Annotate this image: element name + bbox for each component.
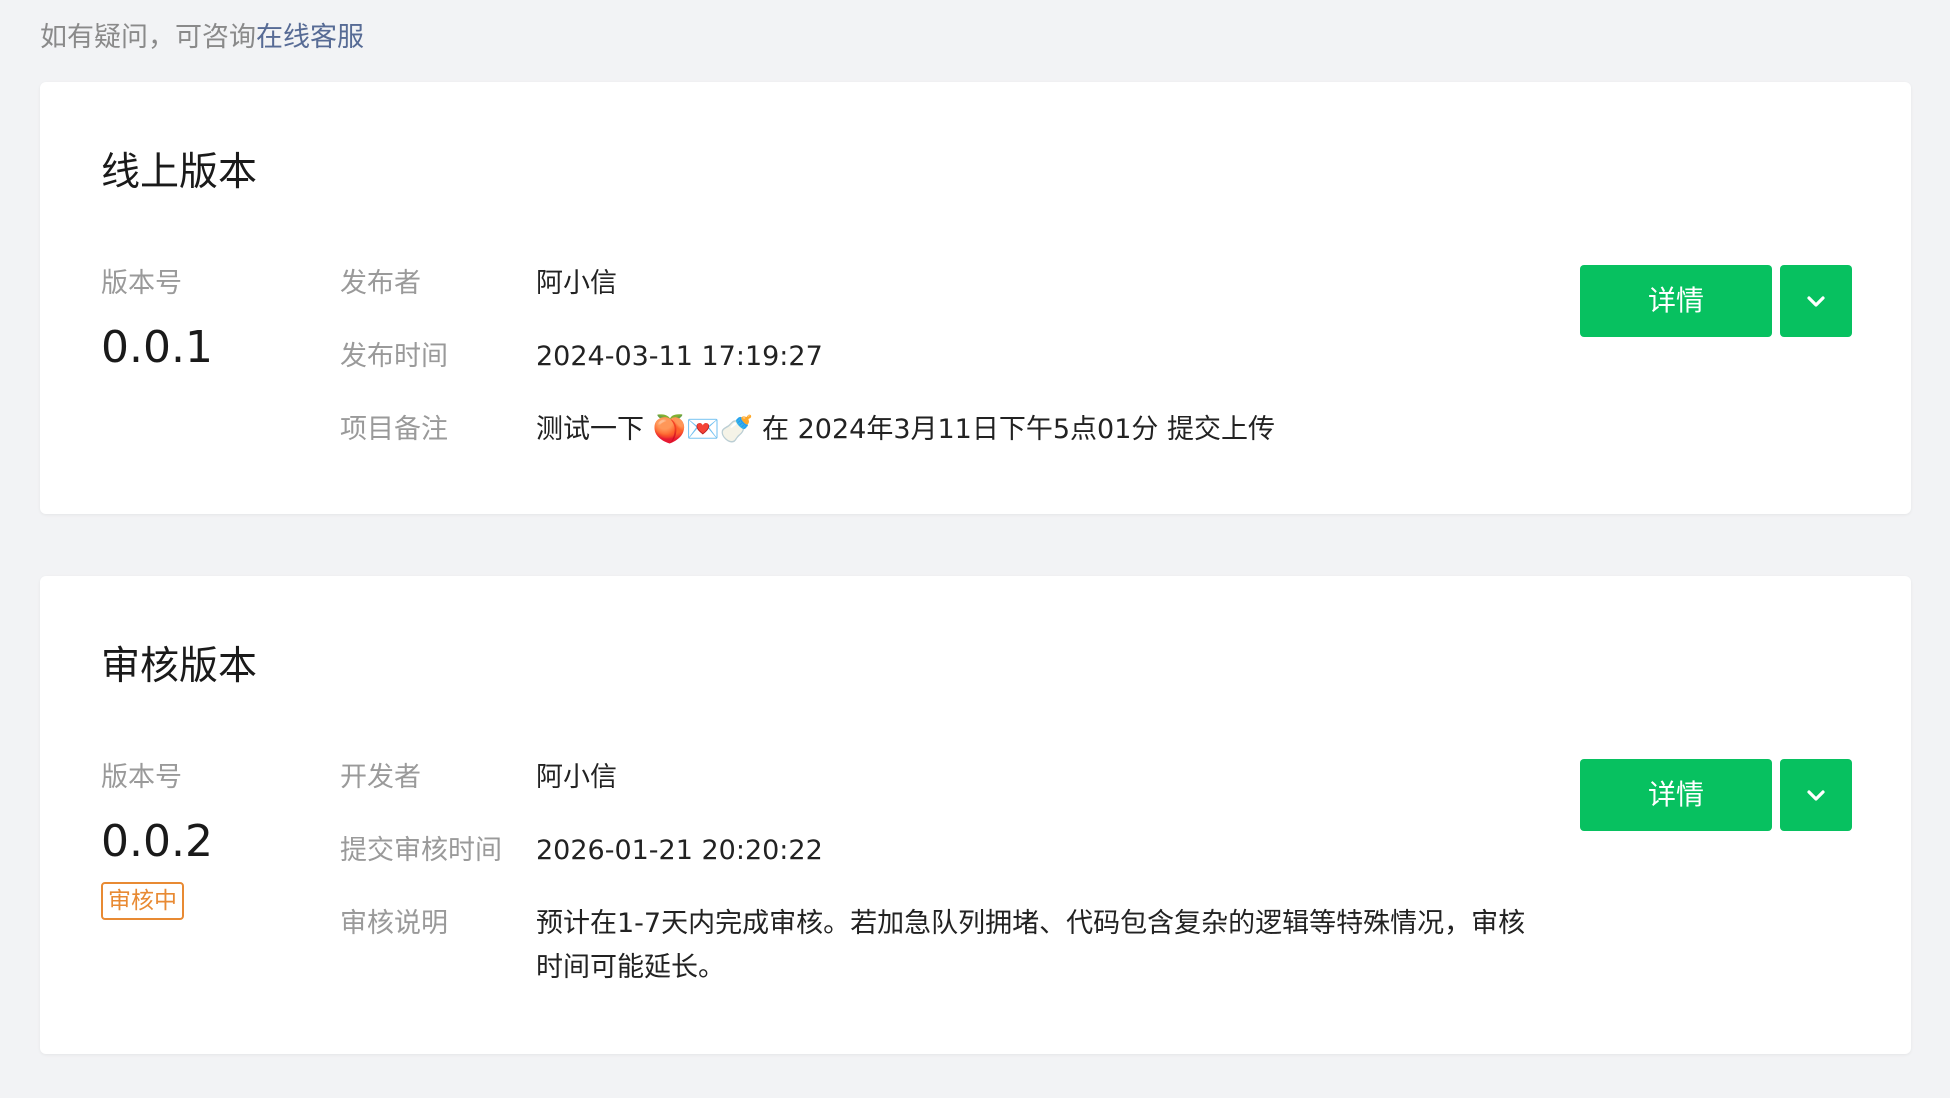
more-dropdown-button[interactable] [1780, 759, 1852, 831]
chevron-down-icon [1807, 296, 1825, 307]
card-title: 线上版本 [101, 150, 258, 195]
publisher-label: 发布者 [340, 268, 421, 299]
card-title: 审核版本 [101, 644, 258, 689]
help-hint: 如有疑问，可咨询在线客服 [40, 20, 364, 56]
submit-time-value: 2026-01-21 20:20:22 [536, 835, 823, 866]
review-note-label: 审核说明 [340, 908, 448, 939]
page: 如有疑问，可咨询在线客服 线上版本 版本号 0.0.1 发布者 阿小信 发布时间… [0, 0, 1950, 1098]
more-dropdown-button[interactable] [1780, 265, 1852, 337]
help-hint-text: 如有疑问，可咨询 [40, 22, 256, 53]
version-number-label: 版本号 [101, 762, 182, 793]
version-number: 0.0.1 [101, 322, 213, 373]
online-support-link[interactable]: 在线客服 [256, 22, 364, 53]
review-note-value: 预计在1-7天内完成审核。若加急队列拥堵、代码包含复杂的逻辑等特殊情况，审核时间… [536, 908, 1526, 983]
version-number: 0.0.2 [101, 816, 213, 867]
project-note-label: 项目备注 [340, 414, 448, 445]
version-number-label: 版本号 [101, 268, 182, 299]
status-badge: 审核中 [101, 882, 184, 920]
detail-button[interactable]: 详情 [1580, 759, 1772, 831]
publish-time-label: 发布时间 [340, 341, 448, 372]
submit-time-label: 提交审核时间 [340, 835, 502, 866]
developer-label: 开发者 [340, 762, 421, 793]
review-version-card: 审核版本 版本号 0.0.2 审核中 开发者 阿小信 提交审核时间 2026-0… [40, 576, 1911, 1054]
project-note-value: 测试一下 🍑💌🍼 在 2024年3月11日下午5点01分 提交上传 [536, 414, 1275, 445]
developer-value: 阿小信 [536, 762, 617, 793]
detail-button[interactable]: 详情 [1580, 265, 1772, 337]
publisher-value: 阿小信 [536, 268, 617, 299]
chevron-down-icon [1807, 790, 1825, 801]
online-version-card: 线上版本 版本号 0.0.1 发布者 阿小信 发布时间 2024-03-11 1… [40, 82, 1911, 514]
publish-time-value: 2024-03-11 17:19:27 [536, 341, 823, 372]
